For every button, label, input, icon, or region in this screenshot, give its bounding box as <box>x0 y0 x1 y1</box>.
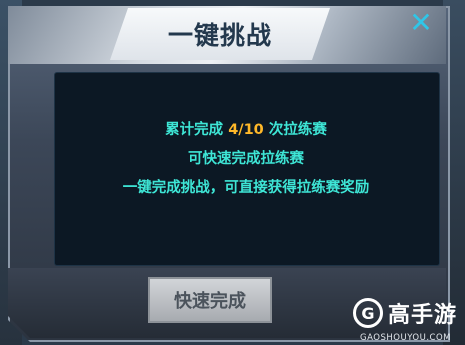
completion-count-line: 累计完成 4/10 次拉练赛 <box>54 118 438 139</box>
completion-prefix: 累计完成 <box>165 122 229 138</box>
progress-count: 4/10 <box>228 122 264 138</box>
quick-complete-button[interactable]: 快速完成 <box>148 277 272 323</box>
reward-hint: 一键完成挑战，可直接获得拉练赛奖励 <box>122 180 370 196</box>
watermark-url: GAOSHOUYOU.COM <box>360 333 451 343</box>
quick-complete-hint: 可快速完成拉练赛 <box>188 151 304 167</box>
watermark-name: 高手游 <box>387 303 457 328</box>
watermark-logo-icon: G <box>352 298 383 328</box>
completion-suffix: 次拉练赛 <box>263 122 327 138</box>
close-icon[interactable]: ✕ <box>406 6 436 39</box>
message-panel <box>54 72 440 266</box>
watermark: G 高手游 <box>352 297 457 329</box>
dialog-title: 一键挑战 <box>167 21 272 50</box>
